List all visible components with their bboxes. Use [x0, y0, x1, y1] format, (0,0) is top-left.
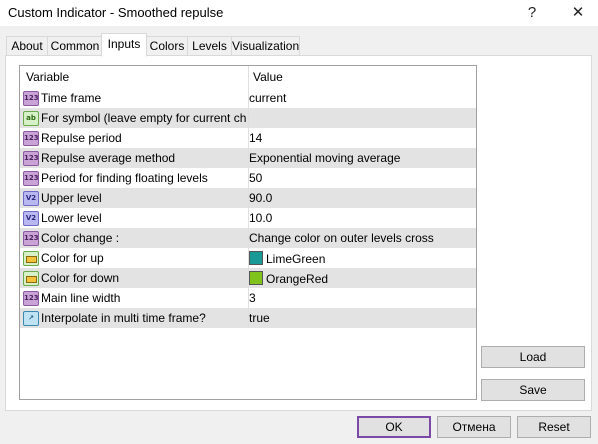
- bool-icon: ↗: [23, 311, 39, 326]
- variable-name: Color for down: [41, 271, 120, 285]
- table-row[interactable]: 123 Repulse period 14: [20, 128, 476, 148]
- table-row[interactable]: Color for down OrangeRed: [20, 268, 476, 288]
- inputs-grid: Variable Value 123 Time frame current ab…: [19, 65, 477, 400]
- int-icon: 123: [23, 171, 39, 186]
- table-row[interactable]: V2 Lower level 10.0: [20, 208, 476, 228]
- variable-value[interactable]: Change color on outer levels cross: [249, 231, 471, 245]
- variable-value[interactable]: LimeGreen: [249, 251, 471, 266]
- int-icon: 123: [23, 151, 39, 166]
- int-icon: 123: [23, 131, 39, 146]
- table-row[interactable]: 123 Period for finding floating levels 5…: [20, 168, 476, 188]
- color-swatch: [249, 251, 263, 265]
- color-icon: [23, 251, 39, 266]
- help-icon[interactable]: ?: [512, 0, 552, 26]
- close-icon[interactable]: ✕: [558, 0, 598, 26]
- tab-common[interactable]: Common: [47, 36, 103, 55]
- tab-colors[interactable]: Colors: [146, 36, 188, 55]
- variable-column-header[interactable]: Variable: [26, 70, 69, 84]
- variable-value[interactable]: true: [249, 311, 471, 325]
- tab-visualization[interactable]: Visualization: [231, 36, 300, 55]
- variable-value[interactable]: 14: [249, 131, 471, 145]
- title-bar: Custom Indicator - Smoothed repulse ? ✕: [0, 0, 598, 26]
- variable-name: Color change :: [41, 231, 120, 245]
- int-icon: 123: [23, 91, 39, 106]
- string-icon: ab: [23, 111, 39, 126]
- variable-value[interactable]: 50: [249, 171, 471, 185]
- double-icon: V2: [23, 211, 39, 226]
- variable-name: Upper level: [41, 191, 102, 205]
- int-icon: 123: [23, 231, 39, 246]
- ok-button[interactable]: OK: [357, 416, 431, 438]
- variable-name: Lower level: [41, 211, 102, 225]
- reset-button[interactable]: Reset: [517, 416, 591, 438]
- double-icon: V2: [23, 191, 39, 206]
- variable-name: Color for up: [41, 251, 104, 265]
- variable-value[interactable]: 90.0: [249, 191, 471, 205]
- window-title: Custom Indicator - Smoothed repulse: [8, 5, 224, 20]
- cancel-button[interactable]: Отмена: [437, 416, 511, 438]
- color-name: LimeGreen: [266, 252, 326, 266]
- variable-name: Interpolate in multi time frame?: [41, 311, 206, 325]
- table-row[interactable]: ab For symbol (leave empty for current c…: [20, 108, 476, 128]
- variable-name: Period for finding floating levels: [41, 171, 208, 185]
- table-row[interactable]: 123 Time frame current: [20, 88, 476, 108]
- load-button[interactable]: Load: [481, 346, 585, 368]
- table-row[interactable]: 123 Repulse average method Exponential m…: [20, 148, 476, 168]
- variable-value[interactable]: OrangeRed: [249, 271, 471, 286]
- variable-name: Time frame: [41, 91, 102, 105]
- tab-levels[interactable]: Levels: [187, 36, 232, 55]
- table-row[interactable]: V2 Upper level 90.0: [20, 188, 476, 208]
- variable-value[interactable]: 3: [249, 291, 471, 305]
- table-row[interactable]: ↗ Interpolate in multi time frame? true: [20, 308, 476, 328]
- color-swatch: [249, 271, 263, 285]
- tab-about[interactable]: About: [6, 36, 48, 55]
- value-column-header[interactable]: Value: [253, 70, 283, 84]
- variable-name: Repulse average method: [41, 151, 176, 165]
- int-icon: 123: [23, 291, 39, 306]
- table-row[interactable]: Color for up LimeGreen: [20, 248, 476, 268]
- table-row[interactable]: 123 Color change : Change color on outer…: [20, 228, 476, 248]
- inputs-panel: Variable Value 123 Time frame current ab…: [5, 55, 592, 411]
- color-name: OrangeRed: [266, 272, 329, 286]
- save-button[interactable]: Save: [481, 379, 585, 401]
- variable-name: Main line width: [41, 291, 121, 305]
- column-divider[interactable]: [248, 66, 249, 88]
- tab-inputs[interactable]: Inputs: [101, 33, 147, 57]
- color-icon: [23, 271, 39, 286]
- variable-name: Repulse period: [41, 131, 122, 145]
- variable-name: For symbol (leave empty for current char…: [41, 111, 246, 125]
- table-row[interactable]: 123 Main line width 3: [20, 288, 476, 308]
- grid-header: Variable Value: [20, 66, 476, 88]
- variable-value[interactable]: Exponential moving average: [249, 151, 471, 165]
- variable-value[interactable]: current: [249, 91, 471, 105]
- variable-value[interactable]: 10.0: [249, 211, 471, 225]
